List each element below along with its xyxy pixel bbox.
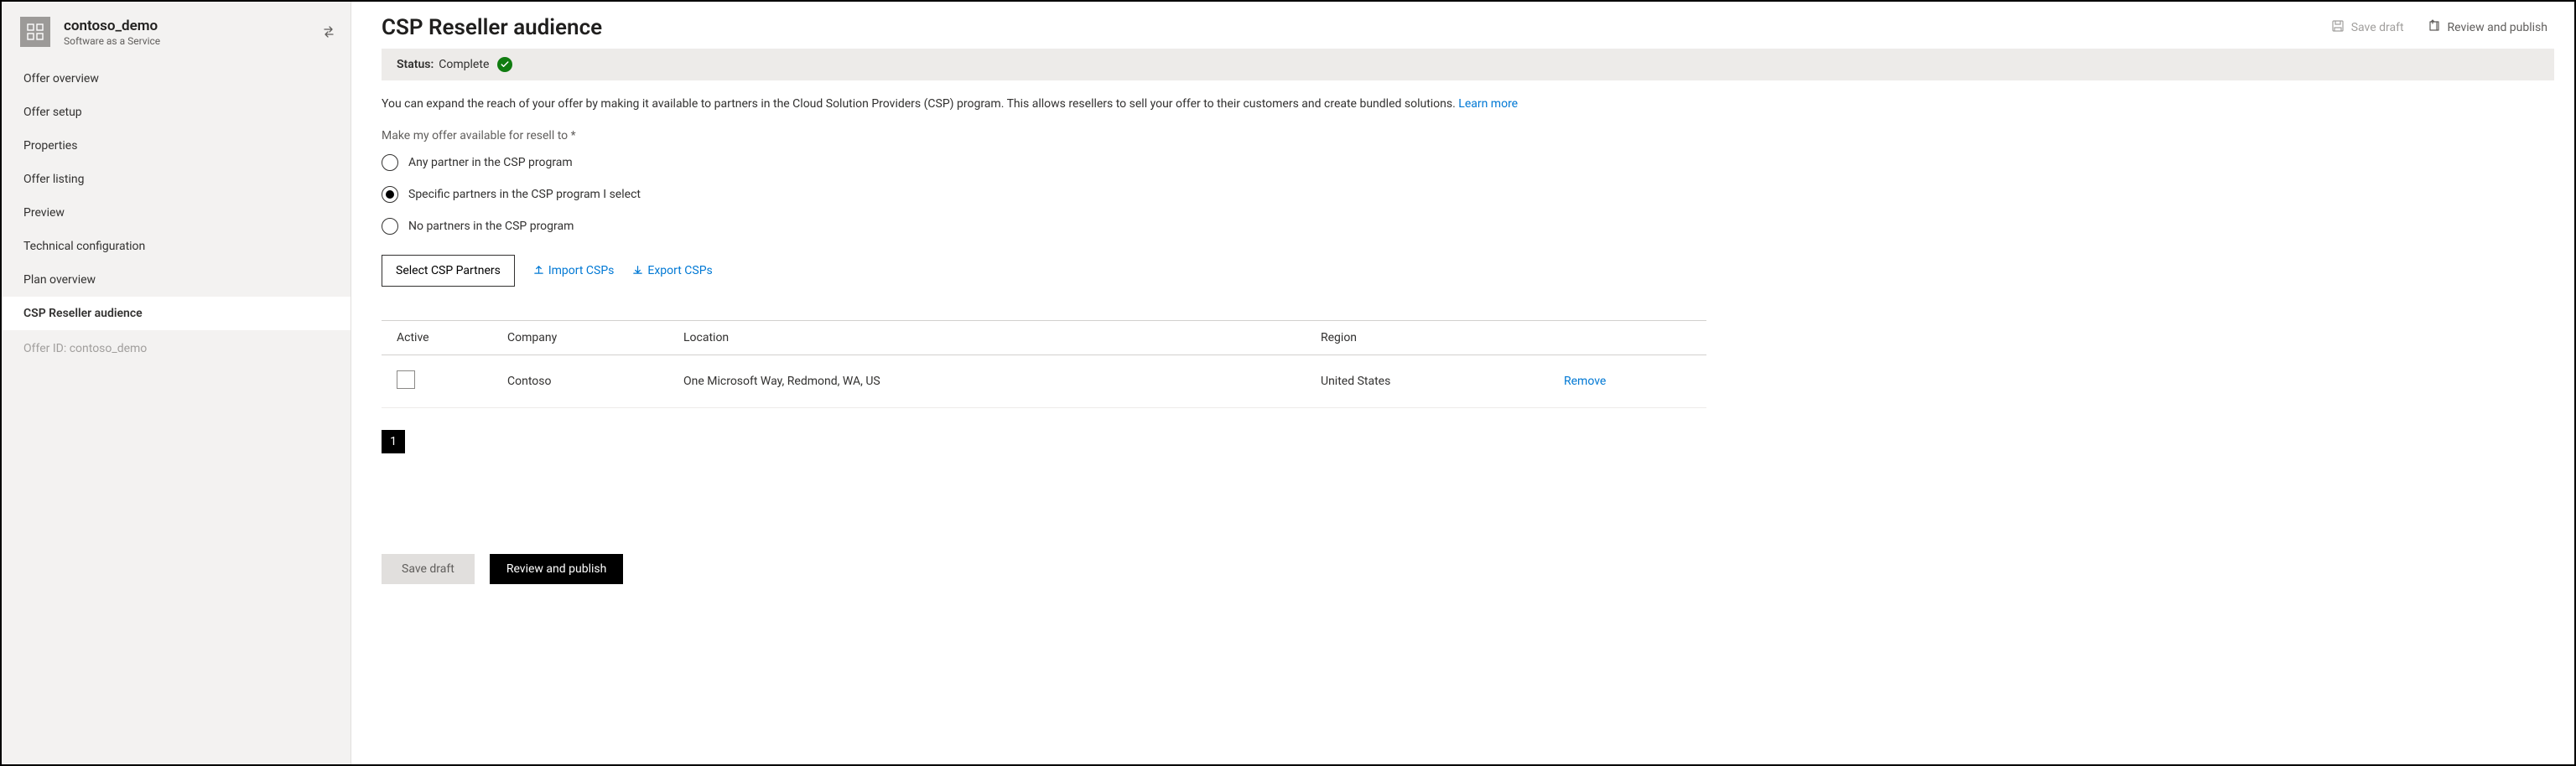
sidebar-item-preview[interactable]: Preview <box>2 196 351 230</box>
app-tile-icon <box>20 17 50 47</box>
radio-label: Any partner in the CSP program <box>408 156 573 169</box>
sidebar-header: contoso_demo Software as a Service <box>2 2 351 62</box>
download-icon <box>632 264 643 278</box>
radio-option-2[interactable]: No partners in the CSP program <box>382 218 1975 235</box>
col-region: Region <box>1312 321 1555 355</box>
offer-name: contoso_demo <box>64 18 160 34</box>
radio-label: No partners in the CSP program <box>408 220 574 233</box>
row-location: One Microsoft Way, Redmond, WA, US <box>675 360 1312 403</box>
description: You can expand the reach of your offer b… <box>382 97 1975 111</box>
upload-icon <box>533 264 544 278</box>
import-csps-link[interactable]: Import CSPs <box>533 264 615 278</box>
select-csp-partners-button[interactable]: Select CSP Partners <box>382 255 515 287</box>
resell-radio-group: Any partner in the CSP program Specific p… <box>382 154 1975 235</box>
radio-option-0[interactable]: Any partner in the CSP program <box>382 154 1975 171</box>
swap-icon[interactable] <box>322 25 335 39</box>
export-csps-link[interactable]: Export CSPs <box>632 264 712 278</box>
sidebar: contoso_demo Software as a Service Offer… <box>2 2 351 764</box>
offer-type: Software as a Service <box>64 35 160 47</box>
radio-label: Specific partners in the CSP program I s… <box>408 188 641 201</box>
radio-icon <box>382 186 398 203</box>
save-draft-header-button[interactable]: Save draft <box>2331 19 2404 36</box>
offer-id-label: Offer ID: contoso_demo <box>2 330 351 367</box>
main-panel: CSP Reseller audience Save draft Review … <box>351 2 2574 764</box>
sidebar-nav: Offer overviewOffer setupPropertiesOffer… <box>2 62 351 330</box>
sidebar-item-properties[interactable]: Properties <box>2 129 351 163</box>
resell-field-label: Make my offer available for resell to * <box>382 129 1975 142</box>
pager: 1 <box>382 430 1975 453</box>
col-location: Location <box>675 321 1312 355</box>
review-publish-button[interactable]: Review and publish <box>490 554 623 584</box>
sidebar-item-offer-overview[interactable]: Offer overview <box>2 62 351 96</box>
sidebar-item-csp-reseller-audience[interactable]: CSP Reseller audience <box>2 297 351 330</box>
table-header: Active Company Location Region <box>382 321 1706 355</box>
csp-partners-table: Active Company Location Region ContosoOn… <box>382 320 1706 408</box>
radio-option-1[interactable]: Specific partners in the CSP program I s… <box>382 186 1975 203</box>
radio-icon <box>382 218 398 235</box>
row-active-checkbox[interactable] <box>397 370 415 389</box>
status-complete-icon <box>497 57 512 72</box>
status-bar: Status: Complete <box>382 49 2554 80</box>
col-remove <box>1555 328 1706 348</box>
review-publish-header-button[interactable]: Review and publish <box>2428 19 2547 36</box>
save-icon <box>2331 19 2345 36</box>
publish-icon <box>2428 19 2441 36</box>
row-company: Contoso <box>499 360 675 403</box>
col-company: Company <box>499 321 675 355</box>
row-region: United States <box>1312 360 1555 403</box>
learn-more-link[interactable]: Learn more <box>1458 97 1518 111</box>
radio-icon <box>382 154 398 171</box>
sidebar-item-offer-listing[interactable]: Offer listing <box>2 163 351 196</box>
sidebar-item-offer-setup[interactable]: Offer setup <box>2 96 351 129</box>
sidebar-item-plan-overview[interactable]: Plan overview <box>2 263 351 297</box>
status-value: Complete <box>439 58 489 71</box>
col-active: Active <box>382 321 499 355</box>
sidebar-item-technical-configuration[interactable]: Technical configuration <box>2 230 351 263</box>
row-remove-link[interactable]: Remove <box>1564 375 1606 388</box>
save-draft-button[interactable]: Save draft <box>382 554 475 584</box>
table-row: ContosoOne Microsoft Way, Redmond, WA, U… <box>382 355 1706 407</box>
page-title: CSP Reseller audience <box>382 15 602 40</box>
pager-page-1[interactable]: 1 <box>382 430 405 453</box>
status-label: Status: <box>397 58 434 71</box>
